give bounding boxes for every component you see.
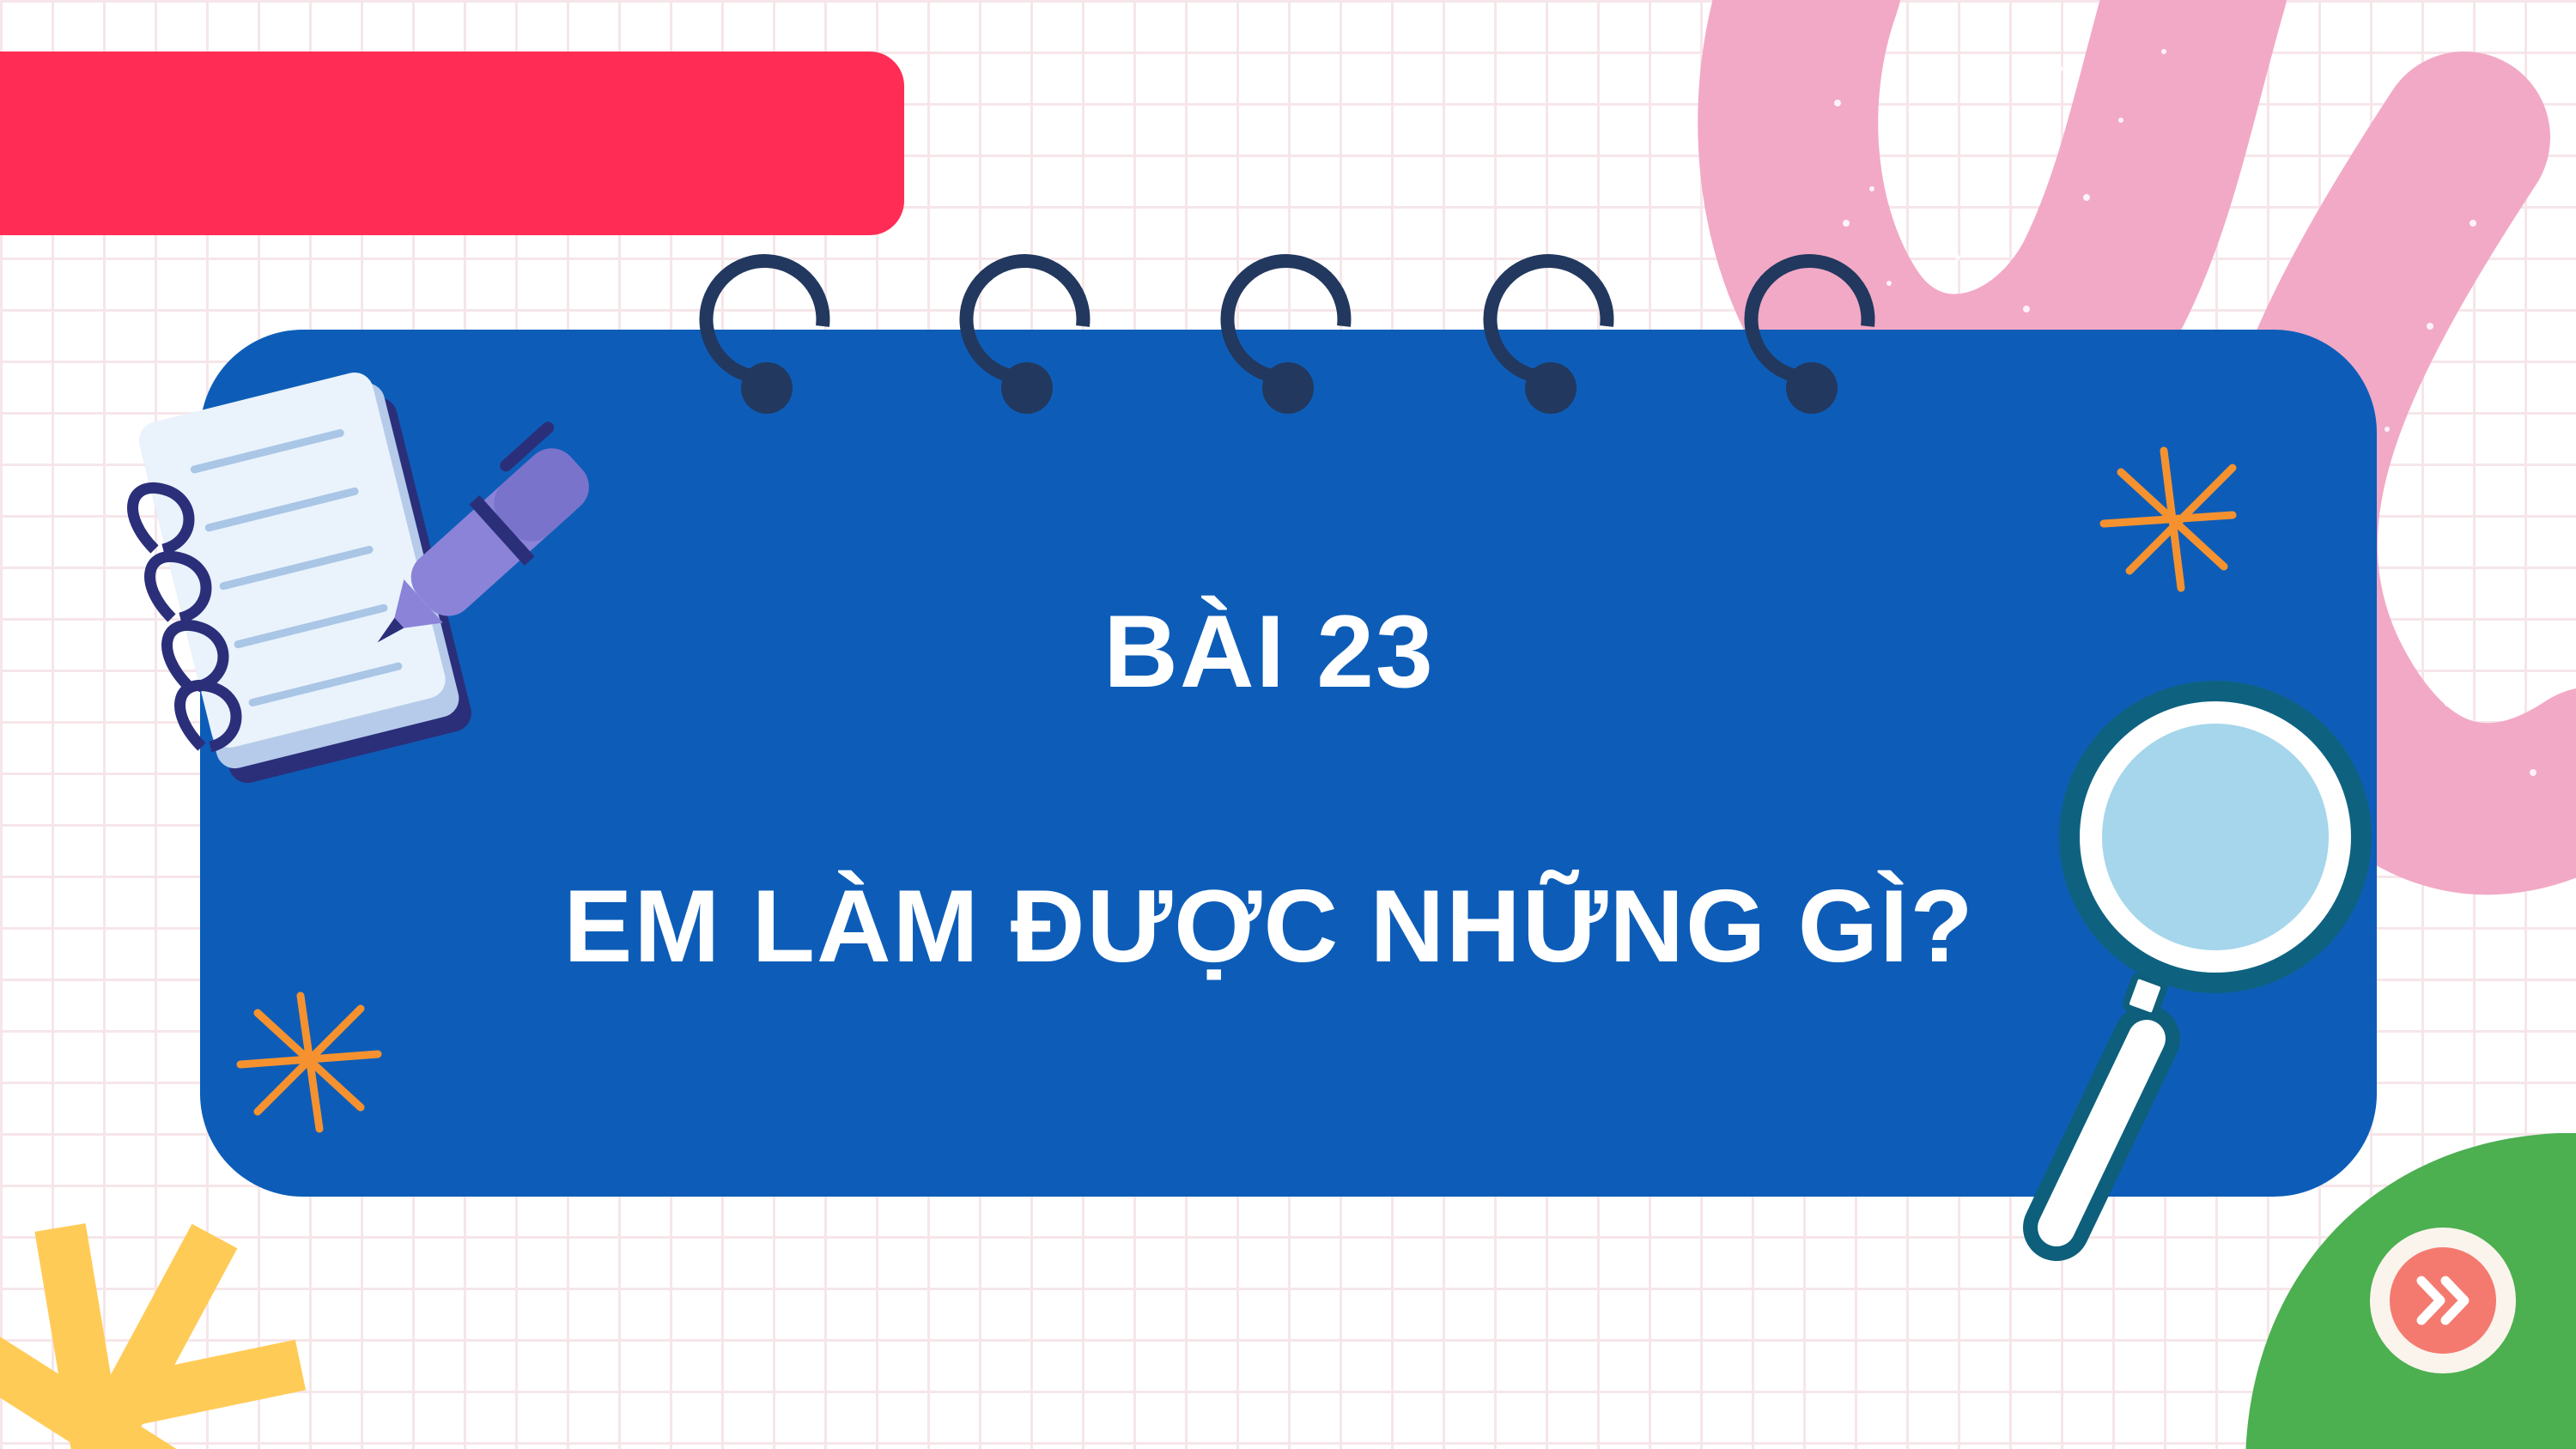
decoration-layer xyxy=(0,254,2576,1449)
double-chevron-right-icon xyxy=(2390,1247,2496,1354)
asterisk-icon xyxy=(236,991,382,1133)
next-slide-button[interactable] xyxy=(2370,1228,2516,1373)
lesson-number-title: BÀI 23 xyxy=(1103,594,1435,709)
binding-rings-icon xyxy=(699,254,1875,414)
yellow-asterisk-icon xyxy=(0,1223,307,1449)
lesson-title: EM LÀM ĐƯỢC NHỮNG GÌ? xyxy=(563,869,1975,984)
asterisk-icon xyxy=(2099,446,2237,592)
